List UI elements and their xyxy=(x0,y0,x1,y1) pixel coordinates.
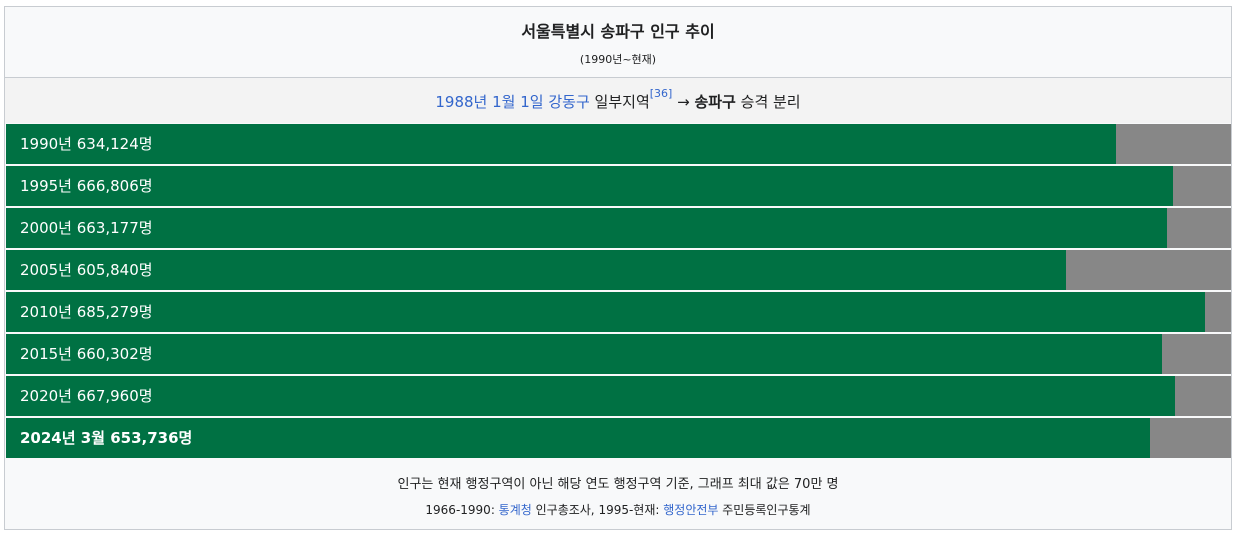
bar-label: 2010년 685,279명 xyxy=(20,303,153,321)
bar-row: 1990년 634,124명 xyxy=(6,124,1231,164)
chart-title: 서울특별시 송파구 인구 추이 xyxy=(521,22,715,41)
date-link[interactable]: 1988년 1월 1일 xyxy=(435,93,543,111)
bar-fill xyxy=(6,124,1116,164)
bar-row: 2024년 3월 653,736명 xyxy=(6,418,1231,458)
bar-label: 2024년 3월 653,736명 xyxy=(20,429,193,447)
source-end: 주민등록인구통계 xyxy=(718,503,811,517)
population-infobox: 서울특별시 송파구 인구 추이 (1990년~현재) 1988년 1월 1일 강… xyxy=(4,6,1232,530)
bar-fill xyxy=(6,376,1175,416)
bar-label: 1995년 666,806명 xyxy=(20,177,153,195)
note-partial-area: 일부지역 xyxy=(594,93,650,111)
footer-sources: 1966-1990: 통계청 인구총조사, 1995-현재: 행정안전부 주민등… xyxy=(5,501,1231,518)
mois-link[interactable]: 행정안전부 xyxy=(663,503,718,517)
bar-fill xyxy=(6,250,1067,290)
history-note: 1988년 1월 1일 강동구 일부지역[36] → 송파구 승격 분리 xyxy=(5,78,1231,123)
bar-fill xyxy=(6,292,1206,332)
bar-label: 2000년 663,177명 xyxy=(20,219,153,237)
bar-row: 2015년 660,302명 xyxy=(6,334,1231,374)
bar-fill xyxy=(6,334,1162,374)
statistics-korea-link[interactable]: 통계청 xyxy=(499,503,532,517)
bar-row: 2010년 685,279명 xyxy=(6,292,1231,332)
bar-label: 2020년 667,960명 xyxy=(20,387,153,405)
source-mid: 인구총조사, 1995-현재: xyxy=(531,503,664,517)
title-block: 서울특별시 송파구 인구 추이 (1990년~현재) xyxy=(5,7,1231,78)
note-separation: 승격 분리 xyxy=(740,93,801,111)
bar-label: 1990년 634,124명 xyxy=(20,135,153,153)
source-prefix: 1966-1990: xyxy=(425,503,499,517)
bar-fill xyxy=(6,166,1173,206)
bar-row: 2020년 667,960명 xyxy=(6,376,1231,416)
bar-row: 2000년 663,177명 xyxy=(6,208,1231,248)
population-bar-chart: 1990년 634,124명 1995년 666,806명 2000년 663,17… xyxy=(6,124,1231,460)
chart-subtitle: (1990년~현재) xyxy=(579,53,657,66)
bar-label: 2015년 660,302명 xyxy=(20,345,153,363)
bar-row: 1995년 666,806명 xyxy=(6,166,1231,206)
bar-fill xyxy=(6,208,1167,248)
songpa-name: 송파구 xyxy=(694,93,736,111)
history-note-text: 1988년 1월 1일 강동구 일부지역[36] → 송파구 승격 분리 xyxy=(5,87,1231,112)
footer-note: 인구는 현재 행정구역이 아닌 해당 연도 행정구역 기준, 그래프 최대 값은… xyxy=(397,477,839,492)
arrow-text: → xyxy=(672,93,695,111)
bar-row: 2005년 605,840명 xyxy=(6,250,1231,290)
reference-link[interactable]: [36] xyxy=(650,87,673,100)
gangdong-link[interactable]: 강동구 xyxy=(548,93,589,111)
bar-label: 2005년 605,840명 xyxy=(20,261,153,279)
